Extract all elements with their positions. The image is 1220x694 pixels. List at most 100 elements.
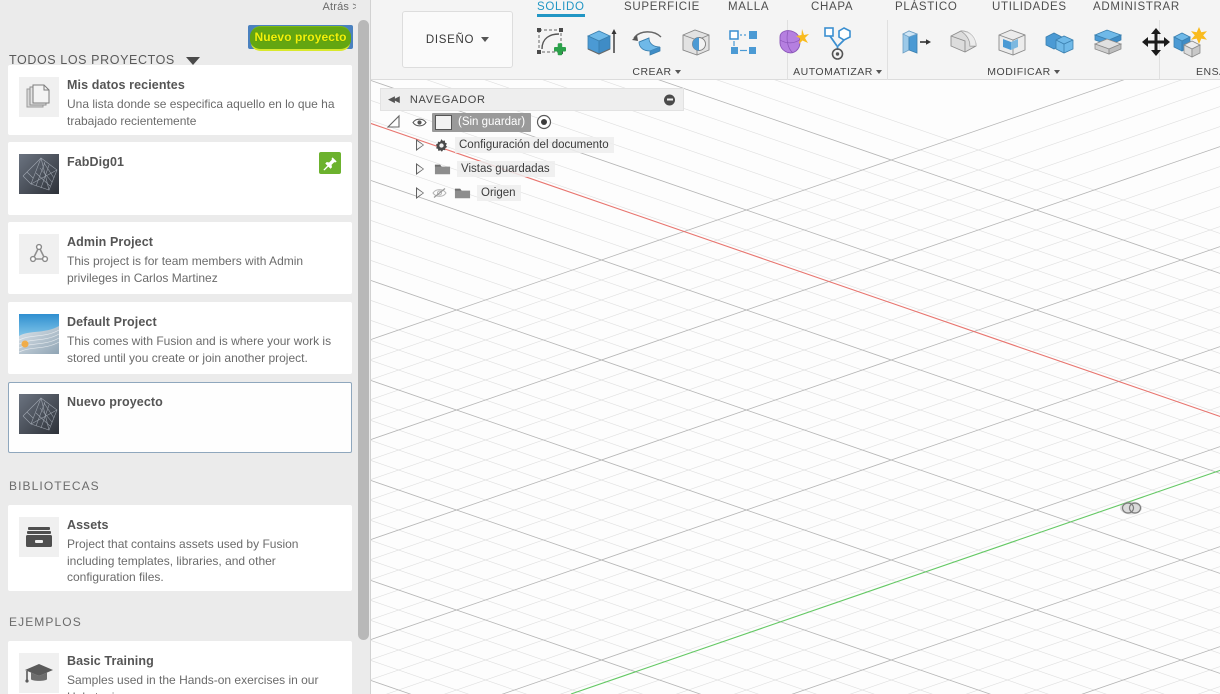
collapse-left-icon[interactable]: ◀◀ — [388, 94, 400, 105]
tab-plastico[interactable]: PLÁSTICO — [895, 1, 957, 13]
list-item-description: This comes with Fusion and is where your… — [67, 334, 332, 365]
design-workspace-dropdown[interactable]: DISEÑO — [402, 11, 513, 68]
revolve-icon[interactable] — [626, 22, 670, 64]
list-item-admin-project[interactable]: Admin Project This project is for team m… — [8, 222, 352, 294]
new-project-button[interactable]: Nuevo proyecto — [248, 25, 353, 49]
navigator-panel: ◀◀ NAVEGADOR (Sin guardar) Configuración… — [380, 88, 684, 205]
hole-icon[interactable] — [674, 22, 718, 64]
tab-malla[interactable]: MALLA — [728, 1, 769, 13]
sidebar-scrollbar-thumb[interactable] — [358, 20, 369, 640]
automate-icon[interactable] — [816, 22, 860, 64]
back-link[interactable]: Atrás > — [322, 1, 359, 13]
navigator-root-row[interactable]: (Sin guardar) — [386, 111, 684, 133]
new-component-icon[interactable] — [1168, 22, 1212, 64]
fillet-icon[interactable] — [942, 22, 986, 64]
tree-item-document-settings[interactable]: Configuración del documento — [416, 133, 684, 157]
new-component-glyph — [1173, 27, 1207, 58]
list-item-recent-data[interactable]: Mis datos recientes Una lista donde se e… — [8, 65, 352, 135]
panel-caption-label: AUTOMATIZAR — [793, 66, 873, 78]
navigator-root-label: (Sin guardar) — [458, 116, 526, 128]
list-item-nuevo-proyecto[interactable]: Nuevo proyecto — [8, 382, 352, 453]
minimize-icon[interactable] — [664, 94, 675, 105]
project-mesh-thumbnail — [19, 394, 59, 434]
press-pull-icon[interactable] — [894, 22, 938, 64]
graduation-cap-glyph — [25, 664, 53, 683]
tab-utilidades[interactable]: UTILIDADES — [992, 1, 1067, 13]
panel-caption-label: CREAR — [632, 66, 672, 78]
hole-glyph — [682, 29, 710, 56]
tab-label: PLÁSTICO — [895, 1, 958, 13]
tab-active-underline — [537, 14, 585, 17]
navigator-header[interactable]: ◀◀ NAVEGADOR — [380, 88, 684, 111]
ribbon-panel-ensamblar: ENSAMBLAR — [1160, 20, 1220, 80]
tree-item-saved-views[interactable]: Vistas guardadas — [416, 157, 684, 181]
origin-plane-icon — [386, 114, 400, 128]
pattern-icon[interactable] — [722, 22, 766, 64]
tab-label: UTILIDADES — [992, 1, 1067, 13]
expand-arrow-icon[interactable] — [416, 139, 424, 151]
navigator-title: NAVEGADOR — [409, 93, 486, 106]
tree-item-label: Origen — [477, 185, 521, 201]
expand-arrow-icon[interactable] — [416, 163, 424, 175]
panel-caption-automatizar[interactable]: AUTOMATIZAR — [788, 66, 887, 78]
mesh-thumbnail-glyph — [19, 154, 59, 194]
list-item-default-project[interactable]: Default Project This comes with Fusion a… — [8, 302, 352, 374]
3d-viewport[interactable]: ◀◀ NAVEGADOR (Sin guardar) Configuración… — [371, 80, 1220, 694]
eye-glyph — [411, 118, 427, 126]
visibility-off-icon[interactable] — [432, 187, 448, 199]
create-sketch-icon[interactable] — [530, 22, 574, 64]
shell-icon[interactable] — [990, 22, 1034, 64]
list-item-description: Una lista donde se especifica aquello en… — [67, 97, 335, 128]
create-sketch-glyph — [537, 28, 566, 56]
automate-glyph — [824, 27, 851, 60]
chevron-down-icon — [875, 70, 882, 75]
combine-glyph — [1045, 32, 1074, 54]
list-item-description: This project is for team members with Ad… — [67, 254, 304, 285]
sidebar-scrollbar-track[interactable] — [356, 0, 371, 694]
expand-arrow-icon[interactable] — [416, 187, 424, 199]
landscape-thumbnail — [19, 314, 59, 354]
panel-caption-ensamblar[interactable]: ENSAMBLAR — [1196, 66, 1220, 78]
panel-caption-modificar[interactable]: MODIFICAR — [888, 66, 1159, 78]
triangle-nodes-glyph — [29, 243, 49, 263]
extrude-icon[interactable] — [578, 22, 622, 64]
design-workspace: SOLIDO SUPERFICIE MALLA CHAPA PLÁSTICO U… — [371, 0, 1220, 694]
archive-box-glyph — [26, 527, 52, 547]
ribbon-panel-modificar: MODIFICAR — [888, 20, 1170, 80]
ribbon-panel-crear: CREAR — [526, 20, 809, 80]
landscape-thumbnail-glyph — [19, 314, 59, 354]
list-item-title: Default Project — [67, 315, 157, 329]
tab-administrar[interactable]: ADMINISTRAR — [1093, 1, 1180, 13]
gear-icon — [435, 138, 448, 152]
chevron-down-icon — [1053, 70, 1060, 75]
folder-icon — [434, 164, 451, 175]
mesh-thumbnail-glyph — [19, 394, 59, 434]
combine-icon[interactable] — [1038, 22, 1082, 64]
tab-solido[interactable]: SOLIDO — [537, 1, 585, 17]
documents-stack-glyph — [26, 84, 50, 108]
navigator-root-item[interactable]: (Sin guardar) — [432, 112, 532, 132]
panel-caption-crear[interactable]: CREAR — [526, 66, 787, 78]
list-item-title: Nuevo proyecto — [67, 395, 163, 409]
section-label-examples: EJEMPLOS — [9, 615, 82, 629]
activate-component-icon[interactable] — [536, 114, 552, 130]
list-item-title: FabDig01 — [67, 155, 125, 169]
tab-superficie[interactable]: SUPERFICIE — [624, 1, 700, 13]
list-item-fabdig01[interactable]: FabDig01 — [8, 142, 352, 215]
chevron-down-icon — [674, 70, 681, 75]
list-item-basic-training[interactable]: Basic Training Samples used in the Hands… — [8, 641, 352, 694]
split-face-icon[interactable] — [1086, 22, 1130, 64]
tab-chapa[interactable]: CHAPA — [811, 1, 853, 13]
tab-label: ADMINISTRAR — [1093, 1, 1180, 13]
list-item-description: Samples used in the Hands-on exercises i… — [67, 673, 319, 694]
triangle-nodes-icon — [19, 234, 59, 274]
chevron-down-icon — [185, 57, 200, 65]
tree-item-origin[interactable]: Origen — [416, 181, 684, 205]
pushpin-icon[interactable] — [319, 152, 341, 174]
tab-label: SUPERFICIE — [624, 1, 701, 13]
tab-label: CHAPA — [811, 1, 854, 13]
list-item-title: Basic Training — [67, 654, 154, 668]
visibility-eye-icon[interactable] — [411, 116, 427, 128]
list-item-assets[interactable]: Assets Project that contains assets used… — [8, 505, 352, 591]
tree-item-label: Configuración del documento — [455, 137, 614, 153]
